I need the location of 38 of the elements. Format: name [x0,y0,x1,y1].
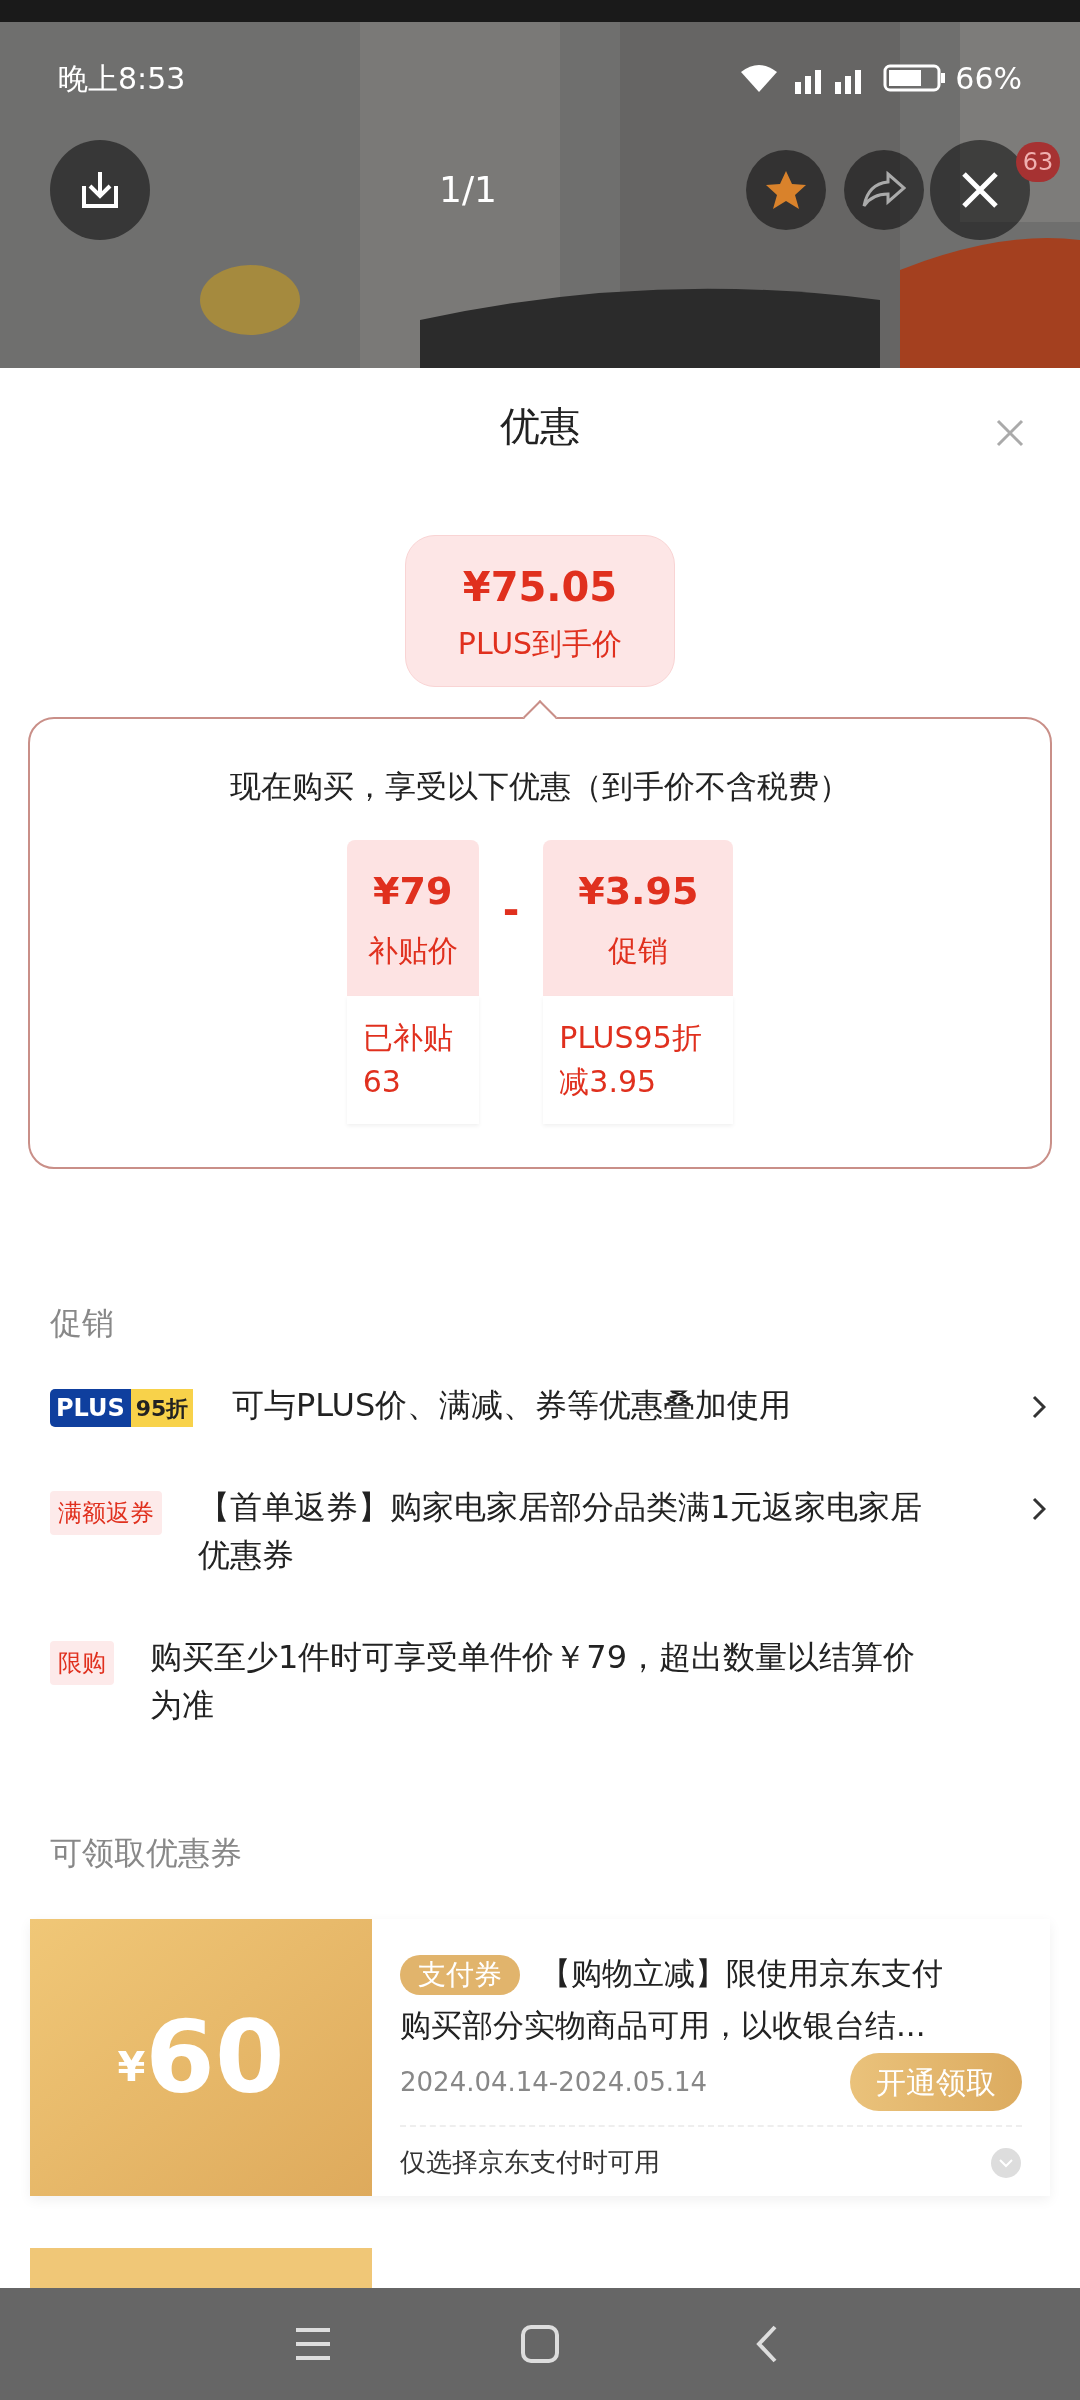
battery-level: 66% [955,59,1022,98]
close-icon [996,419,1024,447]
menu-icon [294,2327,333,2361]
tile-detail: 已补贴63 [362,1018,454,1101]
section-title: 可领取优惠券 [50,1833,243,1874]
square-icon [520,2324,560,2364]
minus-sign: - [502,885,520,935]
promo-tag: 限购 [50,1641,114,1685]
promo-text: 【首单返券】购家电家居部分品类满1元返家电家居优惠券 [198,1487,924,1576]
breakdown-heading: 现在购买，享受以下优惠（到手价不含税费） [230,767,850,806]
price-label: PLUS到手价 [457,624,623,663]
coupon-text: 支付券 【购物立减】限使用京东支付购买部分实物商品可用，以收银台结... [400,1954,944,2045]
battery-icon [883,62,948,94]
share-icon [862,170,906,210]
price-amount: ¥75.05 [462,562,618,612]
page-counter: 1/1 [439,168,497,212]
status-time: 晚上8:53 [58,59,186,98]
tile-amount: ¥79 [373,867,453,915]
wifi-icon [739,62,780,94]
coupon-tag: 支付券 [400,1955,520,1995]
value-text: 60 [145,2007,285,2108]
tile-detail: PLUS95折减3.95 [559,1018,703,1101]
section-title: 促销 [50,1303,115,1344]
tile-label: 促销 [608,931,669,970]
promo-text: 购买至少1件时可享受单件价￥79，超出数量以结算价为准 [150,1637,917,1726]
value-text: ¥ [117,2042,146,2092]
close-icon [960,170,1000,210]
coupon-note: 仅选择京东支付时可用 [400,2146,660,2179]
chevron-icon[interactable] [1032,1395,1046,1419]
chevron-icon[interactable] [1032,1497,1046,1521]
promo-text: 可与PLUS价、满减、券等优惠叠加使用 [232,1385,793,1426]
tile-label: 补贴价 [367,931,458,970]
tile-amount: ¥3.95 [578,867,699,915]
promo-tag: 满额返券 [50,1491,162,1535]
coupon-dates: 2024.04.14-2024.05.14 [400,2065,708,2099]
back-icon [754,2324,779,2364]
claim-button[interactable]: 开通领取 [850,2053,1022,2111]
sheet-title: 优惠 [500,401,580,451]
